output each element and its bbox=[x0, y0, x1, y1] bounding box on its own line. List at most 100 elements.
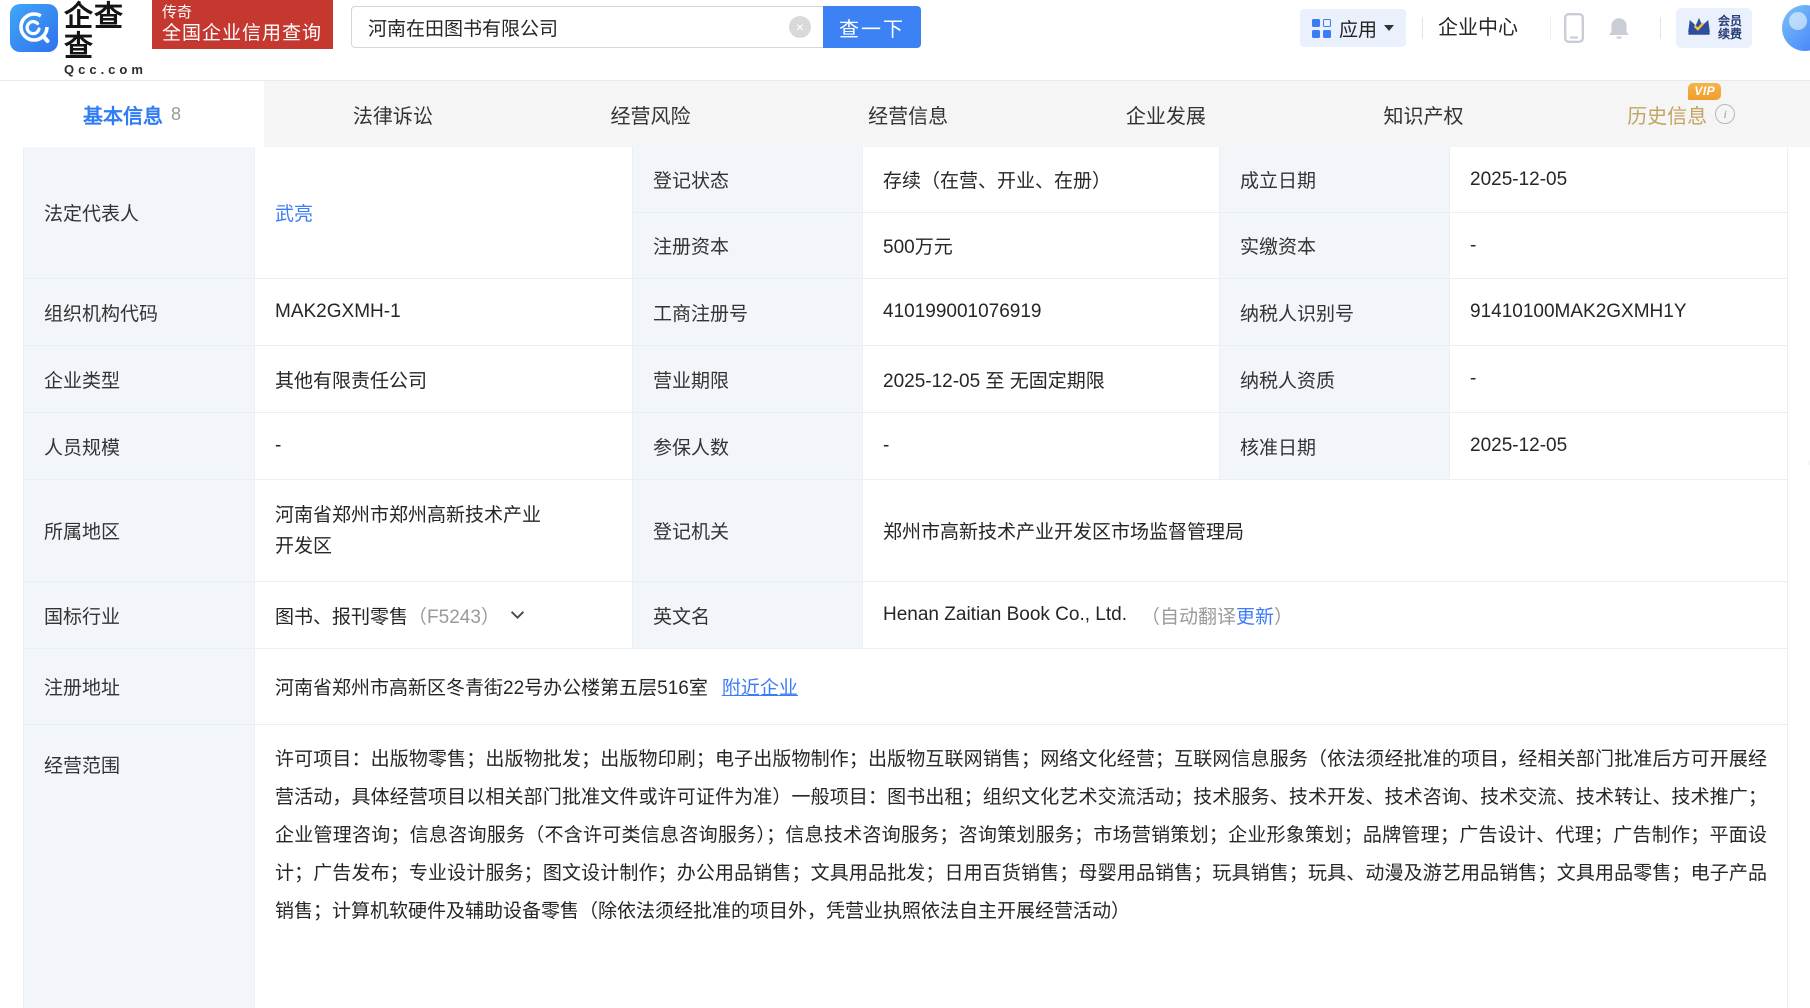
industry-code: （F5243） bbox=[408, 602, 500, 629]
member-line2: 续费 bbox=[1718, 28, 1742, 41]
table-row: 组织机构代码 MAK2GXMH-1 工商注册号 410199001076919 … bbox=[24, 279, 1788, 346]
member-renew-button[interactable]: 会员 续费 bbox=[1676, 8, 1752, 48]
industry-name: 图书、报刊零售 bbox=[275, 602, 408, 629]
table-row: 注册地址 河南省郑州市高新区冬青街22号办公楼第五层516室 附近企业 bbox=[24, 649, 1788, 725]
tab-count-badge: 8 bbox=[171, 104, 181, 125]
crown-icon bbox=[1686, 15, 1712, 42]
slogan-badge: 传奇 全国企业信用查询 bbox=[152, 0, 333, 49]
field-label-business-scope: 经营范围 bbox=[24, 725, 255, 1008]
field-value-taxpayer-id: 91410100MAK2GXMH1Y bbox=[1450, 279, 1788, 346]
table-row: 国标行业 图书、报刊零售 （F5243） 英文名 Henan Zaitian B… bbox=[24, 582, 1788, 649]
field-value-business-reg-no: 410199001076919 bbox=[863, 279, 1220, 346]
field-value-staff-size: - bbox=[255, 413, 633, 480]
field-value-enterprise-type: 其他有限责任公司 bbox=[255, 346, 633, 413]
search-box: × bbox=[351, 6, 823, 48]
legal-representative-link[interactable]: 武亮 bbox=[275, 199, 313, 226]
update-translation-link[interactable]: 更新 bbox=[1236, 602, 1274, 629]
field-value-registered-capital: 500万元 bbox=[863, 213, 1220, 279]
search-bar: × 查一下 bbox=[351, 6, 921, 48]
brand-domain: Qcc.com bbox=[64, 62, 150, 78]
field-value-establish-date: 2025-12-05 bbox=[1450, 147, 1788, 213]
divider bbox=[1550, 17, 1551, 39]
field-label-taxpayer-qualification: 纳税人资质 bbox=[1220, 346, 1450, 413]
table-row: 所属地区 河南省郑州市郑州高新技术产业开发区 登记机关 郑州市高新技术产业开发区… bbox=[24, 480, 1788, 582]
tab-label: 经营风险 bbox=[611, 100, 691, 129]
brand-wordmark[interactable]: 企查查 Qcc.com bbox=[64, 2, 150, 78]
table-row: 企业类型 其他有限责任公司 营业期限 2025-12-05 至 无固定期限 纳税… bbox=[24, 346, 1788, 413]
field-value-paid-in-capital: - bbox=[1450, 213, 1788, 279]
tab-history-info[interactable]: 历史信息 VIP i bbox=[1552, 81, 1810, 147]
field-label-industry: 国标行业 bbox=[24, 582, 255, 649]
tab-operating-risk[interactable]: 经营风险 bbox=[522, 81, 780, 147]
field-label-business-reg-no: 工商注册号 bbox=[633, 279, 863, 346]
search-input[interactable] bbox=[351, 6, 823, 48]
apps-grid-icon bbox=[1312, 19, 1331, 38]
tab-label: 经营信息 bbox=[868, 100, 948, 129]
field-label-organization-code: 组织机构代码 bbox=[24, 279, 255, 346]
auto-translate-note-close: ） bbox=[1274, 602, 1293, 629]
field-value-industry: 图书、报刊零售 （F5243） bbox=[255, 582, 633, 649]
tab-intellectual-property[interactable]: 知识产权 bbox=[1295, 81, 1553, 147]
tab-legal-proceedings[interactable]: 法律诉讼 bbox=[264, 81, 522, 147]
slogan-line1: 传奇 bbox=[162, 3, 323, 22]
table-row: 人员规模 - 参保人数 - 核准日期 2025-12-05 bbox=[24, 413, 1788, 480]
field-value-business-scope: 许可项目：出版物零售；出版物批发；出版物印刷；电子出版物制作；出版物互联网销售；… bbox=[255, 725, 1788, 1008]
tab-label: 法律诉讼 bbox=[353, 100, 433, 129]
qcc-logo-icon[interactable] bbox=[10, 4, 58, 52]
field-value-english-name: Henan Zaitian Book Co., Ltd. （自动翻译 更新 ） bbox=[863, 582, 1788, 649]
tab-operating-info[interactable]: 经营信息 bbox=[779, 81, 1037, 147]
mobile-app-icon[interactable] bbox=[1564, 13, 1584, 48]
auto-translate-note: （自动翻译 bbox=[1141, 602, 1236, 629]
clear-search-icon[interactable]: × bbox=[789, 16, 811, 38]
field-label-staff-size: 人员规模 bbox=[24, 413, 255, 480]
enterprise-center-link[interactable]: 企业中心 bbox=[1438, 0, 1518, 56]
field-value-approval-date: 2025-12-05 bbox=[1450, 413, 1788, 480]
apps-label: 应用 bbox=[1339, 15, 1377, 42]
field-value-registration-authority: 郑州市高新技术产业开发区市场监督管理局 bbox=[863, 480, 1788, 582]
top-header: 企查查 Qcc.com 传奇 全国企业信用查询 × 查一下 应用 企业中心 bbox=[0, 0, 1810, 56]
field-value-legal-representative: 武亮 bbox=[255, 147, 633, 279]
divider bbox=[1660, 17, 1661, 39]
tab-label: 历史信息 bbox=[1627, 100, 1707, 129]
tab-enterprise-development[interactable]: 企业发展 bbox=[1037, 81, 1295, 147]
field-value-taxpayer-qualification: - bbox=[1450, 346, 1788, 413]
field-value-registration-status: 存续（在营、开业、在册） bbox=[863, 147, 1220, 213]
company-info-table: 法定代表人 武亮 登记状态 存续（在营、开业、在册） 成立日期 2025-12-… bbox=[23, 146, 1788, 1008]
field-label-registration-status: 登记状态 bbox=[633, 147, 863, 213]
table-row: 经营范围 许可项目：出版物零售；出版物批发；出版物印刷；电子出版物制作；出版物互… bbox=[24, 725, 1788, 1008]
field-label-registration-authority: 登记机关 bbox=[633, 480, 863, 582]
field-label-registered-capital: 注册资本 bbox=[633, 213, 863, 279]
section-tabbar: 基本信息 8 法律诉讼 经营风险 经营信息 企业发展 知识产权 历史信息 VIP… bbox=[0, 80, 1810, 147]
tab-basic-info[interactable]: 基本信息 8 bbox=[0, 81, 264, 147]
tab-label: 企业发展 bbox=[1126, 100, 1206, 129]
field-label-business-term: 营业期限 bbox=[633, 346, 863, 413]
tab-label: 基本信息 bbox=[83, 100, 163, 129]
field-label-insured-count: 参保人数 bbox=[633, 413, 863, 480]
field-label-taxpayer-id: 纳税人识别号 bbox=[1220, 279, 1450, 346]
field-label-establish-date: 成立日期 bbox=[1220, 147, 1450, 213]
slogan-line2: 全国企业信用查询 bbox=[162, 22, 323, 46]
registered-address: 河南省郑州市高新区冬青街22号办公楼第五层516室 bbox=[275, 673, 708, 700]
apps-menu-button[interactable]: 应用 bbox=[1300, 9, 1406, 47]
search-button[interactable]: 查一下 bbox=[823, 6, 921, 48]
table-row: 法定代表人 武亮 登记状态 存续（在营、开业、在册） 成立日期 2025-12-… bbox=[24, 147, 1788, 279]
field-label-registered-address: 注册地址 bbox=[24, 649, 255, 725]
divider bbox=[1422, 17, 1423, 39]
field-value-business-term: 2025-12-05 至 无固定期限 bbox=[863, 346, 1220, 413]
field-label-legal-representative: 法定代表人 bbox=[24, 147, 255, 279]
info-icon: i bbox=[1715, 104, 1735, 124]
field-value-registered-address: 河南省郑州市高新区冬青街22号办公楼第五层516室 附近企业 bbox=[255, 649, 1788, 725]
field-value-insured-count: - bbox=[863, 413, 1220, 480]
vip-badge: VIP bbox=[1688, 83, 1721, 100]
field-label-english-name: 英文名 bbox=[633, 582, 863, 649]
tab-label: 知识产权 bbox=[1384, 100, 1464, 129]
expand-chevron-icon[interactable] bbox=[510, 610, 525, 620]
nearby-companies-link[interactable]: 附近企业 bbox=[722, 673, 798, 700]
field-label-paid-in-capital: 实缴资本 bbox=[1220, 213, 1450, 279]
field-value-region: 河南省郑州市郑州高新技术产业开发区 bbox=[255, 480, 633, 582]
field-label-region: 所属地区 bbox=[24, 480, 255, 582]
field-value-organization-code: MAK2GXMH-1 bbox=[255, 279, 633, 346]
notification-bell-icon[interactable] bbox=[1606, 15, 1632, 47]
user-avatar[interactable] bbox=[1782, 5, 1810, 51]
chevron-down-icon bbox=[1384, 25, 1394, 31]
